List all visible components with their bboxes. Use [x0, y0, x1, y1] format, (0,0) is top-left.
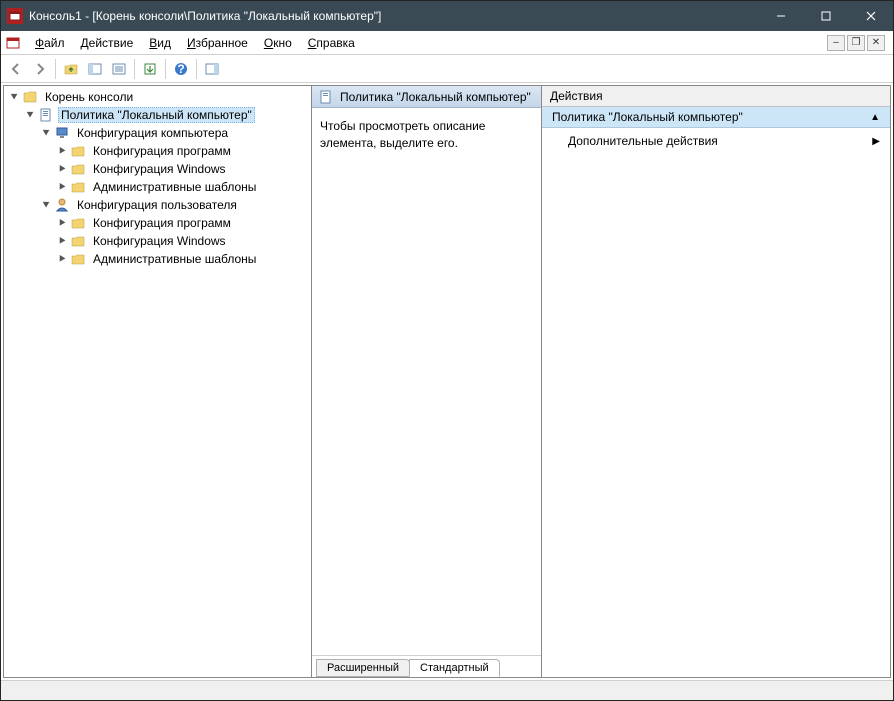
folder-icon — [70, 251, 86, 267]
tree-label: Конфигурация компьютера — [74, 125, 231, 141]
chevron-down-icon[interactable]: ⯆ — [40, 199, 52, 211]
chevron-right-icon[interactable]: ⯈ — [56, 253, 68, 265]
actions-context[interactable]: Политика "Локальный компьютер" ▲ — [542, 107, 890, 128]
show-hide-tree-button[interactable] — [84, 58, 106, 80]
folder-icon — [70, 215, 86, 231]
tree-sw-config[interactable]: ⯈ Конфигурация программ — [4, 142, 311, 160]
folder-icon — [22, 89, 38, 105]
toolbar-separator — [55, 59, 56, 79]
minimize-button[interactable] — [758, 1, 803, 31]
tree-label: Административные шаблоны — [90, 179, 259, 195]
tree-win-config-user[interactable]: ⯈ Конфигурация Windows — [4, 232, 311, 250]
chevron-down-icon[interactable]: ⯆ — [40, 127, 52, 139]
policy-icon — [318, 89, 334, 105]
tree-label: Конфигурация программ — [90, 215, 234, 231]
mdi-minimize-button[interactable]: – — [827, 35, 845, 51]
folder-icon — [70, 233, 86, 249]
menu-action[interactable]: Действие — [73, 34, 142, 52]
actions-more-label: Дополнительные действия — [568, 134, 718, 148]
up-button[interactable] — [60, 58, 82, 80]
maximize-button[interactable] — [803, 1, 848, 31]
tab-extended[interactable]: Расширенный — [316, 659, 410, 677]
app-icon — [7, 8, 23, 24]
actions-pane: Действия Политика "Локальный компьютер" … — [542, 86, 890, 677]
export-button[interactable] — [139, 58, 161, 80]
tree-label: Политика "Локальный компьютер" — [58, 107, 255, 123]
menu-window[interactable]: Окно — [256, 34, 300, 52]
folder-icon — [70, 179, 86, 195]
chevron-right-icon[interactable]: ⯈ — [56, 181, 68, 193]
menu-favorites[interactable]: Избранное — [179, 34, 256, 52]
actions-more[interactable]: Дополнительные действия ▶ — [542, 128, 890, 154]
tree-user-config[interactable]: ⯆ Конфигурация пользователя — [4, 196, 311, 214]
tree-label: Корень консоли — [42, 89, 136, 105]
tree-policy[interactable]: ⯆ Политика "Локальный компьютер" — [4, 106, 311, 124]
app-window: Консоль1 - [Корень консоли\Политика "Лок… — [0, 0, 894, 701]
toolbar-separator — [134, 59, 135, 79]
menu-help[interactable]: Справка — [300, 34, 363, 52]
collapse-icon: ▲ — [870, 112, 880, 123]
computer-icon — [54, 125, 70, 141]
properties-button[interactable] — [108, 58, 130, 80]
show-hide-action-pane-button[interactable] — [201, 58, 223, 80]
folder-icon — [70, 161, 86, 177]
tree-root[interactable]: ⯆ Корень консоли — [4, 88, 311, 106]
content-area: ⯆ Корень консоли ⯆ Политика "Локальный к… — [3, 85, 891, 678]
tree-label: Конфигурация Windows — [90, 161, 229, 177]
forward-button[interactable] — [29, 58, 51, 80]
menubar: Файл Действие Вид Избранное Окно Справка… — [1, 31, 893, 55]
menu-file[interactable]: Файл — [27, 34, 73, 52]
svg-text:?: ? — [177, 62, 184, 76]
toolbar-separator — [196, 59, 197, 79]
chevron-right-icon[interactable]: ⯈ — [56, 145, 68, 157]
tree-win-config[interactable]: ⯈ Конфигурация Windows — [4, 160, 311, 178]
chevron-right-icon[interactable]: ⯈ — [56, 235, 68, 247]
chevron-down-icon[interactable]: ⯆ — [8, 91, 20, 103]
chevron-right-icon[interactable]: ⯈ — [56, 163, 68, 175]
close-button[interactable] — [848, 1, 893, 31]
tree-label: Административные шаблоны — [90, 251, 259, 267]
tab-standard[interactable]: Стандартный — [409, 659, 500, 677]
details-title: Политика "Локальный компьютер" — [340, 90, 531, 104]
tree-label: Конфигурация программ — [90, 143, 234, 159]
tree-comp-config[interactable]: ⯆ Конфигурация компьютера — [4, 124, 311, 142]
tree-admin-templates[interactable]: ⯈ Административные шаблоны — [4, 178, 311, 196]
statusbar — [1, 680, 893, 700]
toolbar-separator — [165, 59, 166, 79]
chevron-down-icon[interactable]: ⯆ — [24, 109, 36, 121]
menu-view[interactable]: Вид — [141, 34, 179, 52]
folder-icon — [70, 143, 86, 159]
mdi-icon — [5, 35, 21, 51]
tree-label: Конфигурация Windows — [90, 233, 229, 249]
tree-sw-config-user[interactable]: ⯈ Конфигурация программ — [4, 214, 311, 232]
toolbar: ? — [1, 55, 893, 83]
details-pane: Политика "Локальный компьютер" Чтобы про… — [312, 86, 542, 677]
help-button[interactable]: ? — [170, 58, 192, 80]
policy-icon — [38, 107, 54, 123]
window-title: Консоль1 - [Корень консоли\Политика "Лок… — [29, 9, 758, 23]
tree-pane[interactable]: ⯆ Корень консоли ⯆ Политика "Локальный к… — [4, 86, 312, 677]
details-body: Чтобы просмотреть описание элемента, выд… — [312, 108, 541, 655]
tree-label: Конфигурация пользователя — [74, 197, 240, 213]
mdi-close-button[interactable]: ✕ — [867, 35, 885, 51]
tree-admin-templates-user[interactable]: ⯈ Административные шаблоны — [4, 250, 311, 268]
chevron-right-icon: ▶ — [872, 136, 880, 147]
titlebar[interactable]: Консоль1 - [Корень консоли\Политика "Лок… — [1, 1, 893, 31]
mdi-restore-button[interactable]: ❐ — [847, 35, 865, 51]
actions-context-label: Политика "Локальный компьютер" — [552, 110, 743, 124]
user-icon — [54, 197, 70, 213]
actions-title: Действия — [542, 86, 890, 107]
details-header: Политика "Локальный компьютер" — [312, 86, 541, 108]
details-tabs: Расширенный Стандартный — [312, 655, 541, 677]
back-button[interactable] — [5, 58, 27, 80]
chevron-right-icon[interactable]: ⯈ — [56, 217, 68, 229]
